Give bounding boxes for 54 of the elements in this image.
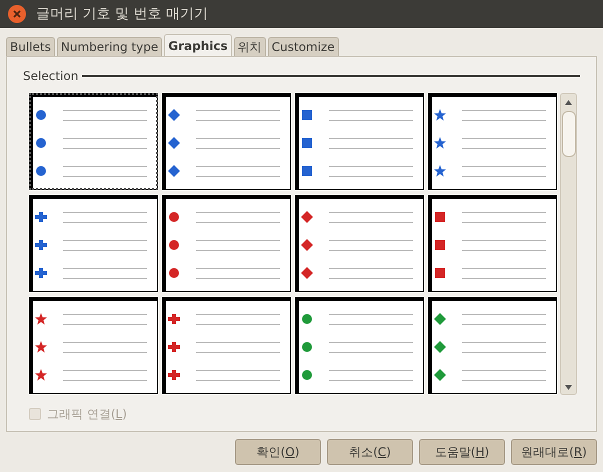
bullet-style-option[interactable] bbox=[428, 93, 557, 190]
tab[interactable]: Customize bbox=[268, 37, 339, 56]
dialog-button[interactable]: 취소(C) bbox=[327, 439, 413, 465]
dialog-button[interactable]: 확인(O) bbox=[235, 439, 321, 465]
up-arrow-icon bbox=[565, 100, 572, 105]
sphere-bullet-icon bbox=[301, 369, 313, 381]
star-bullet-icon bbox=[35, 369, 47, 381]
diamond-bullet-icon bbox=[434, 341, 446, 353]
bullet-style-option[interactable] bbox=[428, 195, 557, 292]
sphere-bullet-icon bbox=[168, 239, 180, 251]
tab[interactable]: 위치 bbox=[234, 37, 266, 56]
bullet-style-option[interactable] bbox=[295, 195, 424, 292]
tab[interactable]: Graphics bbox=[164, 34, 232, 56]
square-bullet-icon bbox=[434, 267, 446, 279]
tab[interactable]: Bullets bbox=[6, 37, 55, 56]
square-bullet-icon bbox=[301, 165, 313, 177]
sphere-bullet-icon bbox=[35, 165, 47, 177]
bullet-style-option[interactable] bbox=[29, 93, 158, 190]
checkbox-label: 그래픽 연결(L) bbox=[47, 406, 127, 423]
sphere-bullet-icon bbox=[35, 137, 47, 149]
bullet-style-option[interactable] bbox=[29, 195, 158, 292]
tab[interactable]: Numbering type bbox=[56, 37, 162, 56]
square-bullet-icon bbox=[301, 137, 313, 149]
star-bullet-icon bbox=[434, 137, 446, 149]
diamond-bullet-icon bbox=[301, 239, 313, 251]
bullet-style-option[interactable] bbox=[295, 93, 424, 190]
diamond-bullet-icon bbox=[168, 137, 180, 149]
bullet-style-option[interactable] bbox=[428, 297, 557, 394]
square-bullet-icon bbox=[434, 239, 446, 251]
star-bullet-icon bbox=[35, 341, 47, 353]
scrollbar-thumb[interactable] bbox=[562, 111, 576, 157]
cross-bullet-icon bbox=[35, 267, 47, 279]
dialog-button[interactable]: 도움말(H) bbox=[419, 439, 505, 465]
sphere-bullet-icon bbox=[168, 267, 180, 279]
section-title: Selection bbox=[23, 68, 78, 85]
bullet-style-option[interactable] bbox=[162, 195, 291, 292]
bullet-style-option[interactable] bbox=[29, 297, 158, 394]
cross-bullet-icon bbox=[168, 341, 180, 353]
diamond-bullet-icon bbox=[301, 267, 313, 279]
window-title: 글머리 기호 및 번호 매기기 bbox=[36, 4, 208, 24]
cross-bullet-icon bbox=[35, 239, 47, 251]
scrollbar[interactable] bbox=[560, 93, 577, 395]
bullet-style-option[interactable] bbox=[162, 297, 291, 394]
close-icon bbox=[13, 10, 21, 18]
bullet-style-option[interactable] bbox=[162, 93, 291, 190]
star-bullet-icon bbox=[434, 165, 446, 177]
cross-bullet-icon bbox=[168, 369, 180, 381]
dialog-button[interactable]: 원래대로(R) bbox=[511, 439, 597, 465]
diamond-bullet-icon bbox=[434, 369, 446, 381]
close-button[interactable] bbox=[8, 5, 26, 23]
sphere-bullet-icon bbox=[301, 341, 313, 353]
down-arrow-icon bbox=[565, 385, 572, 390]
diamond-bullet-icon bbox=[168, 165, 180, 177]
bullet-style-option[interactable] bbox=[295, 297, 424, 394]
